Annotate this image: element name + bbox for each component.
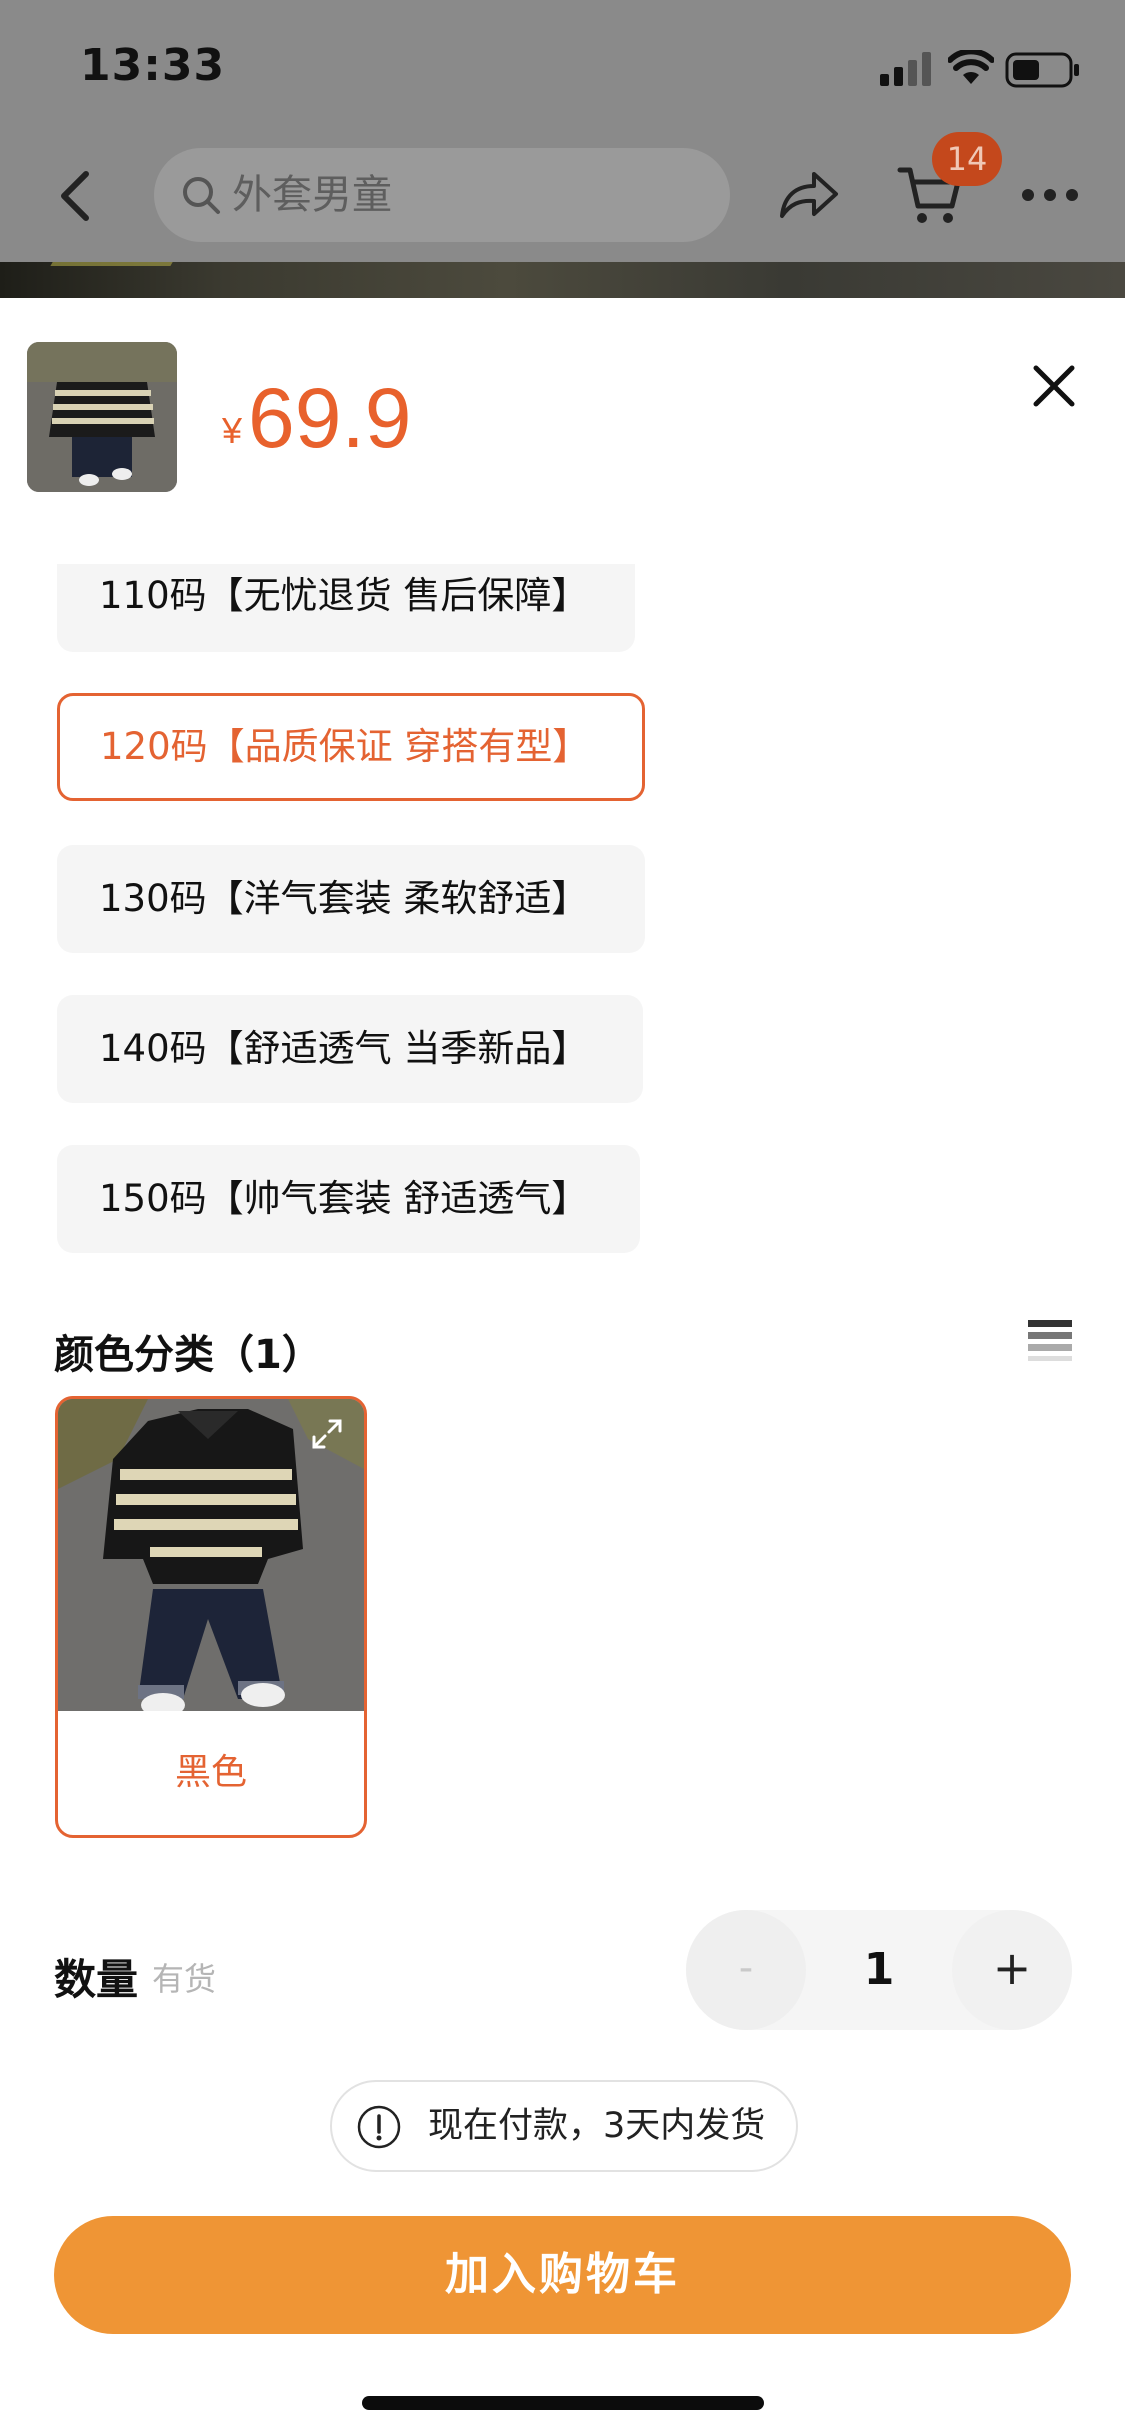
add-to-cart-button[interactable]: 加入购物车 [54,2216,1071,2334]
quantity-stepper: - 1 + [686,1910,1072,2030]
expand-icon[interactable] [310,1417,344,1451]
price-currency: ¥ [222,410,243,451]
close-icon[interactable] [1032,364,1076,408]
search-placeholder: 外套男童 [232,172,392,218]
stock-status: 有货 [152,1960,217,1998]
product-price: ¥69.9 [222,370,412,467]
size-option-110[interactable]: 110码【无忧退货 售后保障】 [57,564,635,652]
size-option-label: 110码【无忧退货 售后保障】 [99,574,589,617]
color-option-image [58,1399,364,1711]
product-thumbnail-image [27,342,177,492]
list-view-icon[interactable] [1028,1318,1072,1362]
increment-button[interactable]: + [952,1910,1072,2030]
share-icon[interactable] [776,166,842,222]
color-section-title: 颜色分类（1） [54,1332,322,1378]
battery-icon [1005,52,1079,88]
size-option-130[interactable]: 130码【洋气套装 柔软舒适】 [57,845,645,953]
color-option-black[interactable]: 黑色 [55,1396,367,1838]
more-icon[interactable] [1020,186,1080,204]
status-time: 13:33 [80,40,226,91]
home-indicator[interactable] [362,2396,764,2410]
size-option-label: 150码【帅气套装 舒适透气】 [99,1177,589,1220]
size-option-label: 130码【洋气套装 柔软舒适】 [99,877,589,920]
size-option-label: 120码【品质保证 穿搭有型】 [100,725,590,768]
product-thumbnail[interactable] [27,342,177,492]
shipping-notice-text: 现在付款，3天内发货 [428,2106,766,2146]
back-arrow-icon[interactable] [52,168,96,224]
quantity-label: 数量 [54,1955,139,2004]
cart-count-badge: 14 [932,132,1002,186]
decrement-button[interactable]: - [686,1910,806,2030]
size-option-label: 140码【舒适透气 当季新品】 [99,1027,589,1070]
size-option-150[interactable]: 150码【帅气套装 舒适透气】 [57,1145,640,1253]
info-icon [357,2105,401,2149]
color-option-label: 黑色 [174,1752,247,1793]
search-input[interactable]: 外套男童 [154,148,730,242]
background-product-image [0,262,1125,298]
signal-icon [880,52,931,86]
quantity-value[interactable]: 1 [806,1910,952,2030]
size-option-140[interactable]: 140码【舒适透气 当季新品】 [57,995,643,1103]
search-icon [183,177,220,214]
size-option-120[interactable]: 120码【品质保证 穿搭有型】 [57,693,645,801]
background-page-overlay: 13:33 外套男童 14 [0,0,1125,298]
wifi-icon [948,50,994,84]
price-value: 69.9 [248,371,412,465]
shipping-notice: 现在付款，3天内发货 [330,2080,798,2172]
